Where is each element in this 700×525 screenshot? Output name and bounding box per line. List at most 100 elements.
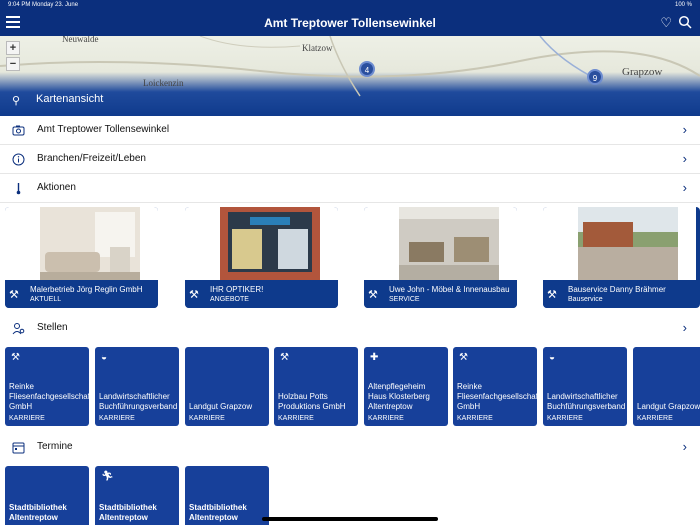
job-card[interactable]: ◒ Landwirtschaftlicher Buchführungsverba… [543, 347, 627, 426]
job-name: Landgut Grapzow [637, 402, 700, 411]
map-label: Loickenzin [143, 78, 184, 88]
job-category: KARRIERE [637, 415, 673, 422]
featured-title: Uwe John - Möbel & Innenausbau [389, 285, 510, 294]
menu-item-label: Aktionen [37, 182, 76, 193]
job-name: Holzbau Potts Produktions GmbH [278, 392, 346, 411]
job-category: KARRIERE [9, 415, 45, 422]
person-running-icon: 🏃︎ [101, 471, 114, 482]
battery-status: 100 % [674, 2, 692, 8]
heart-icon[interactable]: ♡ [660, 15, 672, 31]
featured-caption: ⚒ IHR OPTIKER! ANGEBOTE [185, 280, 338, 308]
tools-icon: ⚒ [459, 352, 468, 363]
featured-photo [543, 207, 696, 280]
tools-icon: ⚒ [11, 352, 20, 363]
menu-item-amt[interactable]: Amt Treptower Tollensewinkel › [0, 116, 700, 145]
map-caption: Kartenansicht [36, 93, 104, 105]
chevron-right-icon: › [682, 320, 687, 335]
calendar-icon [12, 441, 25, 457]
camera-icon [12, 124, 25, 137]
featured-caption: ⚒ Malerbetrieb Jörg Reglin GmbH AKTUELL [5, 280, 158, 308]
featured-category: SERVICE [389, 296, 420, 303]
map-cluster-marker[interactable]: 9 [587, 69, 603, 85]
menu-item-aktionen[interactable]: Aktionen › [0, 174, 700, 203]
zoom-in-button[interactable]: + [6, 41, 20, 55]
featured-title: IHR OPTIKER! [210, 285, 264, 294]
job-name: Altenpflegeheim Haus Klosterberg Altentr… [368, 382, 430, 411]
thermometer-icon [12, 182, 25, 195]
status-time: 9:04 PM Monday 23. June [8, 2, 79, 8]
map-label: Klatzow [302, 43, 333, 53]
job-category: KARRIERE [547, 415, 583, 422]
job-name: Reinke Fliesenfachgesellschaft GmbH [457, 382, 537, 411]
event-card[interactable]: 🏃︎ Stadtbibliothek Altentreptow [95, 466, 179, 525]
medical-cross-icon: ✚ [370, 352, 379, 363]
job-card[interactable]: ◒ Landwirtschaftlicher Buchführungsverba… [95, 347, 179, 426]
home-indicator[interactable] [262, 517, 438, 521]
map-view[interactable]: Neuwalde Klatzow Loickenzin Grapzow 4 9 … [0, 36, 700, 116]
tools-icon: ⚒ [368, 289, 378, 301]
featured-category: ANGEBOTE [210, 296, 249, 303]
featured-photo [364, 207, 517, 280]
menu-item-branchen[interactable]: Branchen/Freizeit/Leben › [0, 145, 700, 174]
job-card[interactable]: ⚒ Reinke Fliesenfachgesellschaft GmbH KA… [453, 347, 537, 426]
chevron-right-icon: › [682, 151, 687, 166]
map-label: Grapzow [622, 66, 663, 78]
featured-photo [5, 207, 158, 280]
job-category: KARRIERE [457, 415, 493, 422]
section-termine[interactable]: Termine › [0, 432, 700, 462]
job-category: KARRIERE [368, 415, 404, 422]
featured-card[interactable]: ⚒ Bauservice Danny Brähmer Bauservice [543, 207, 700, 308]
featured-photo [185, 207, 338, 280]
event-card[interactable]: Stadtbibliothek Altentreptow [185, 466, 269, 525]
pig-icon: ◒ [549, 352, 556, 363]
section-label: Termine [37, 441, 73, 452]
map-cluster-marker[interactable]: 4 [359, 61, 375, 77]
featured-card[interactable]: ⚒ Malerbetrieb Jörg Reglin GmbH AKTUELL [5, 207, 158, 308]
featured-caption: ⚒ Bauservice Danny Brähmer Bauservice [543, 280, 696, 308]
event-card[interactable]: Stadtbibliothek Altentreptow [5, 466, 89, 525]
pig-icon: ◒ [101, 352, 108, 363]
job-card[interactable]: Landgut Grapzow KARRIERE [185, 347, 269, 426]
job-card[interactable]: Landgut Grapzow KARRIERE [633, 347, 700, 426]
status-bar: 9:04 PM Monday 23. June 100 % [0, 0, 700, 10]
job-card[interactable]: ⚒ Holzbau Potts Produktions GmbH KARRIER… [274, 347, 358, 426]
living-room-image [40, 207, 140, 280]
job-category: KARRIERE [278, 415, 314, 422]
job-card[interactable]: ✚ Altenpflegeheim Haus Klosterberg Alten… [364, 347, 448, 426]
event-name: Stadtbibliothek Altentreptow [9, 503, 67, 522]
app-header: Amt Treptower Tollensewinkel ♡ [0, 10, 700, 36]
job-category: KARRIERE [189, 415, 225, 422]
tools-icon: ⚒ [189, 289, 199, 301]
menu-item-label: Branchen/Freizeit/Leben [37, 153, 146, 164]
menu-item-label: Amt Treptower Tollensewinkel [37, 124, 170, 135]
job-card[interactable]: ⚒ Reinke Fliesenfachgesellschaft GmbH KA… [5, 347, 89, 426]
optician-shop-image [220, 207, 320, 280]
search-icon[interactable] [678, 15, 692, 29]
section-stellen[interactable]: Stellen › [0, 313, 700, 343]
featured-category: Bauservice [568, 296, 603, 303]
chevron-right-icon: › [682, 180, 687, 195]
featured-card[interactable]: ⚒ IHR OPTIKER! ANGEBOTE [185, 207, 338, 308]
featured-title: Malerbetrieb Jörg Reglin GmbH [30, 285, 143, 294]
tools-icon: ⚒ [280, 352, 289, 363]
job-name: Landgut Grapzow [189, 402, 253, 411]
chevron-right-icon: › [682, 439, 687, 454]
job-name: Reinke Fliesenfachgesellschaft GmbH [9, 382, 89, 411]
job-name: Landwirtschaftlicher Buchführungsverband [547, 392, 626, 411]
job-category: KARRIERE [99, 415, 135, 422]
event-name: Stadtbibliothek Altentreptow [99, 503, 157, 522]
featured-title: Bauservice Danny Brähmer [568, 285, 666, 294]
workshop-image [399, 207, 499, 280]
page-title: Amt Treptower Tollensewinkel [264, 16, 436, 30]
event-name: Stadtbibliothek Altentreptow [189, 503, 247, 522]
tools-icon: ⚒ [547, 289, 557, 301]
chevron-right-icon: › [682, 122, 687, 137]
section-label: Stellen [37, 322, 68, 333]
paving-image [578, 207, 678, 280]
featured-card[interactable]: ⚒ Uwe John - Möbel & Innenausbau SERVICE [364, 207, 517, 308]
zoom-out-button[interactable]: − [6, 57, 20, 71]
map-pin-icon: ⚲ [12, 95, 21, 107]
job-name: Landwirtschaftlicher Buchführungsverband [99, 392, 178, 411]
tools-icon: ⚒ [9, 289, 19, 301]
info-icon [12, 153, 25, 166]
